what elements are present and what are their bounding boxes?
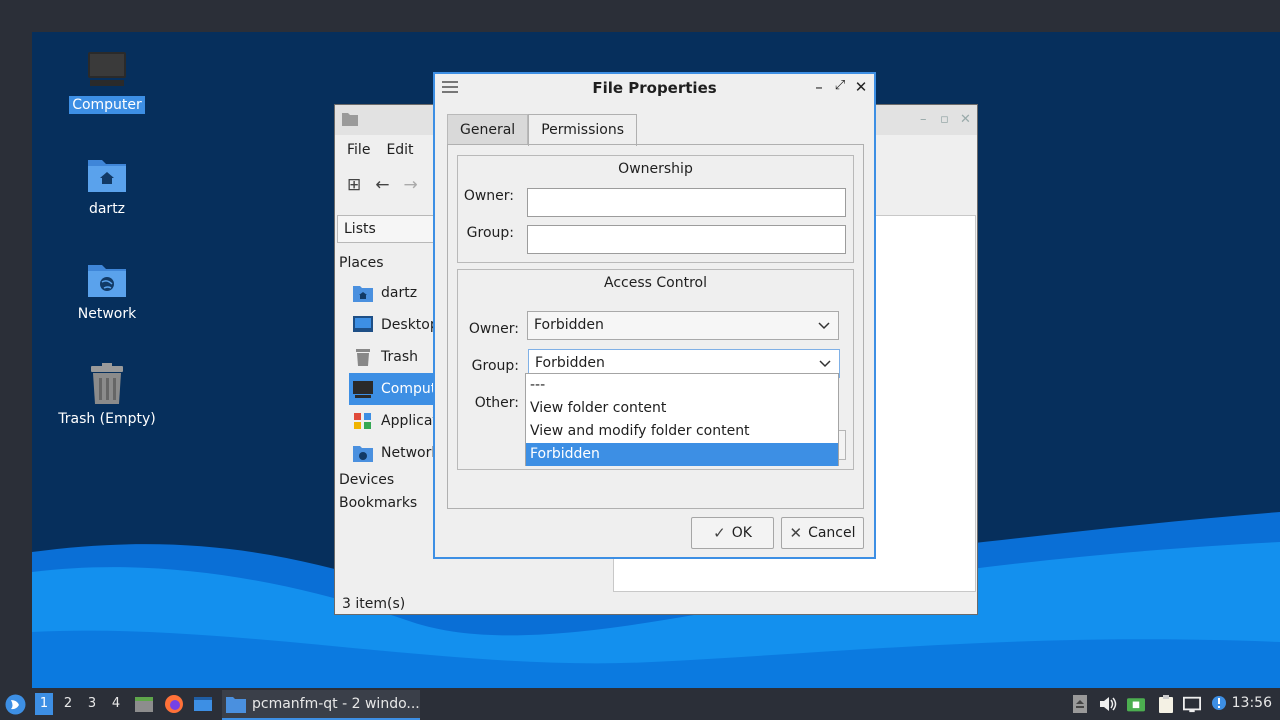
trash-icon [91, 363, 123, 404]
close-icon[interactable]: ✕ [853, 78, 869, 96]
taskbar: 1 2 3 4 pcmanfm-qt - 2 windo... 13:56 [0, 688, 1280, 720]
clock[interactable]: 13:56 [1232, 695, 1272, 711]
start-menu-icon[interactable] [5, 694, 26, 715]
cancel-x-icon: ✕ [789, 524, 803, 542]
forward-arrow-icon[interactable]: → [404, 175, 418, 195]
dropdown-option-view-modify[interactable]: View and modify folder content [526, 420, 838, 443]
group-field[interactable] [527, 225, 846, 254]
place-label: dartz [381, 285, 418, 301]
access-owner-label: Owner: [468, 321, 519, 337]
applications-icon [354, 413, 371, 429]
desktop-icon-computer[interactable]: Computer [52, 48, 162, 114]
ownership-title: Ownership [618, 161, 693, 177]
tab-bar: General Permissions [447, 114, 637, 146]
workspace-2[interactable]: 2 [59, 693, 77, 715]
eject-icon[interactable] [1071, 694, 1089, 714]
desktop-icon-dartz[interactable]: dartz [52, 152, 162, 218]
status-bar: 3 item(s) [342, 596, 406, 612]
menu-edit[interactable]: Edit [378, 142, 421, 158]
tab-general[interactable]: General [447, 114, 529, 145]
dialog-titlebar[interactable]: File Properties – ⤢ ✕ [435, 74, 874, 102]
dialog-title: File Properties [592, 79, 717, 97]
place-label: Trash [381, 349, 418, 365]
desktop-icon-network[interactable]: Network [52, 257, 162, 323]
access-group-label: Group: [471, 358, 519, 374]
task-label: pcmanfm-qt - 2 windo... [252, 696, 420, 712]
folder-icon [226, 697, 246, 713]
ok-label: OK [731, 525, 752, 541]
desktop-icon-label: Computer [69, 96, 145, 114]
volume-icon[interactable] [1099, 694, 1117, 714]
group-access-dropdown: --- View folder content View and modify … [525, 373, 839, 466]
cancel-label: Cancel [808, 525, 856, 541]
desktop-icon-label: Trash (Empty) [58, 411, 156, 427]
close-icon[interactable]: ✕ [960, 112, 971, 127]
computer-icon [353, 381, 373, 398]
dropdown-option-forbidden[interactable]: Forbidden [526, 443, 838, 466]
taskbar-task-pcmanfm[interactable]: pcmanfm-qt - 2 windo... [222, 690, 420, 720]
update-manager-icon[interactable] [1127, 694, 1145, 714]
ownership-group: Ownership Owner: Group: [457, 155, 854, 263]
group-access-value: Forbidden [535, 355, 605, 371]
workspace-4[interactable]: 4 [107, 693, 125, 715]
ok-button[interactable]: ✓ OK [691, 517, 774, 549]
checkmark-icon: ✓ [713, 524, 726, 542]
cancel-button[interactable]: ✕ Cancel [781, 517, 864, 549]
network-folder-icon [88, 265, 126, 297]
minimize-icon[interactable]: – [920, 112, 927, 127]
firefox-icon[interactable] [164, 694, 184, 714]
dropdown-option-view[interactable]: View folder content [526, 397, 838, 420]
computer-icon [88, 52, 126, 86]
show-desktop-icon[interactable] [193, 694, 213, 714]
desktop-icon [353, 316, 373, 332]
access-other-label: Other: [474, 395, 519, 411]
workspace-1[interactable]: 1 [35, 693, 53, 715]
trash-icon [356, 349, 370, 366]
file-manager-launcher-icon[interactable] [134, 694, 154, 714]
network-folder-icon [353, 446, 373, 462]
owner-access-value: Forbidden [534, 317, 604, 333]
desktop-icon-label: dartz [88, 201, 126, 217]
dropdown-option-none[interactable]: --- [526, 374, 838, 397]
maximize-icon[interactable]: ⤢ [832, 78, 848, 93]
menu-file[interactable]: File [339, 142, 378, 158]
file-properties-dialog: File Properties – ⤢ ✕ General Permission… [433, 72, 876, 559]
network-status-icon[interactable] [1183, 694, 1201, 714]
place-label: Network [381, 445, 440, 461]
new-tab-icon[interactable]: ⊞ [347, 175, 361, 195]
owner-field[interactable] [527, 188, 846, 217]
folder-icon [342, 113, 358, 126]
minimize-icon[interactable]: – [811, 78, 827, 96]
home-folder-icon [88, 160, 126, 192]
home-folder-icon [353, 286, 373, 302]
desktop-icon-label: Network [77, 306, 137, 322]
workspace-3[interactable]: 3 [83, 693, 101, 715]
clipboard-icon[interactable] [1157, 694, 1175, 714]
chevron-down-icon [819, 360, 831, 368]
maximize-icon[interactable]: ▫ [940, 112, 949, 127]
ownership-group-label: Group: [466, 225, 514, 241]
access-control-title: Access Control [604, 275, 707, 291]
notification-icon[interactable] [1210, 694, 1228, 714]
side-pane-mode-select[interactable]: Lists [337, 215, 437, 243]
back-arrow-icon[interactable]: ← [375, 175, 389, 195]
tab-permissions[interactable]: Permissions [528, 114, 637, 146]
desktop-icon-trash[interactable]: Trash (Empty) [52, 362, 162, 428]
ownership-owner-label: Owner: [463, 188, 514, 204]
owner-access-select[interactable]: Forbidden [527, 311, 839, 340]
place-label: Desktop [381, 317, 439, 333]
chevron-down-icon [818, 322, 830, 330]
